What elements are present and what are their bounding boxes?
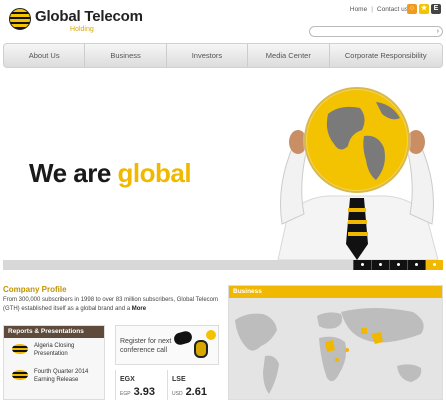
register-conference-call[interactable]: Register for next conference call	[115, 325, 219, 365]
slide-dot-5[interactable]	[425, 260, 443, 270]
stock-tickers: EGX EGP 3.93 LSE USD 2.61	[115, 370, 219, 400]
external-icon[interactable]: E	[431, 4, 441, 14]
nav-corporate-responsibility[interactable]: Corporate Responsibility	[330, 44, 443, 67]
nav-business[interactable]: Business	[85, 44, 167, 67]
slide-dot-3[interactable]	[389, 260, 407, 270]
hero-headline: We are global	[29, 158, 192, 189]
company-profile-body: From 300,000 subscribers in 1998 to over…	[3, 297, 218, 312]
report-item[interactable]: Algeria Closing Presentation	[4, 338, 104, 364]
stock-value: 2.61	[185, 386, 207, 398]
favorite-icon[interactable]: ★	[419, 4, 429, 14]
contact-us-link[interactable]: Contact us	[377, 6, 408, 13]
search-button[interactable]: ›	[437, 27, 439, 37]
header: Global Telecom Holding Home | Contact us…	[0, 0, 446, 42]
more-link[interactable]: More	[132, 306, 146, 312]
slider-dots	[353, 260, 443, 270]
link-divider: |	[371, 6, 373, 13]
slide-dot-4[interactable]	[407, 260, 425, 270]
map-highlight[interactable]	[345, 348, 349, 352]
hero-headline-accent: global	[117, 158, 192, 188]
decorative-shape	[206, 330, 216, 340]
report-label: Algeria Closing Presentation	[34, 343, 75, 357]
home-link[interactable]: Home	[350, 6, 367, 13]
hero-headline-part: We are	[29, 158, 118, 188]
slide-dot-2[interactable]	[371, 260, 389, 270]
nav-media-center[interactable]: Media Center	[248, 44, 330, 67]
nav-investors[interactable]: Investors	[167, 44, 249, 67]
report-icon	[12, 370, 28, 380]
reports-panel: Reports & Presentations Algeria Closing …	[3, 325, 105, 400]
decorative-shape	[194, 340, 208, 358]
report-item[interactable]: Fourth Quarter 2014 Earning Release	[4, 364, 104, 390]
register-text: Register for next conference call	[120, 338, 172, 354]
business-map-panel: Business	[228, 285, 443, 400]
decorative-shape	[172, 329, 194, 347]
world-map[interactable]	[229, 298, 442, 399]
nav-about-us[interactable]: About Us	[4, 44, 86, 67]
logo-subtitle: Holding	[70, 26, 94, 33]
search-input[interactable]: ›	[309, 26, 443, 37]
top-links: Home | Contact us	[350, 6, 408, 13]
logo-title: Global Telecom	[35, 8, 143, 25]
logo-icon	[9, 8, 31, 30]
map-highlight[interactable]	[335, 358, 339, 362]
report-icon	[12, 344, 28, 354]
hero-banner[interactable]: We are global	[0, 74, 446, 260]
company-profile-title: Company Profile	[3, 285, 67, 294]
stock-lse: LSE USD 2.61	[167, 370, 219, 400]
report-label: Fourth Quarter 2014 Earning Release	[34, 369, 89, 383]
stock-currency: USD	[172, 391, 183, 397]
main-nav: About Us Business Investors Media Center…	[3, 43, 443, 68]
stock-name: LSE	[172, 376, 186, 383]
stock-name: EGX	[120, 376, 135, 383]
business-title: Business	[229, 286, 442, 298]
slide-dot-1[interactable]	[353, 260, 371, 270]
slider-bar	[3, 260, 443, 270]
map-highlight[interactable]	[361, 328, 367, 334]
stock-value: 3.93	[133, 386, 155, 398]
reports-title: Reports & Presentations	[4, 326, 104, 338]
rss-icon[interactable]: ○	[407, 4, 417, 14]
company-profile-text: From 300,000 subscribers in 1998 to over…	[3, 296, 221, 314]
stock-egx: EGX EGP 3.93	[115, 370, 167, 400]
top-icons: ○ ★ E	[407, 4, 441, 14]
stock-currency: EGP	[120, 391, 131, 397]
company-logo[interactable]: Global Telecom Holding	[9, 8, 143, 33]
globe-man-illustration	[277, 86, 439, 260]
